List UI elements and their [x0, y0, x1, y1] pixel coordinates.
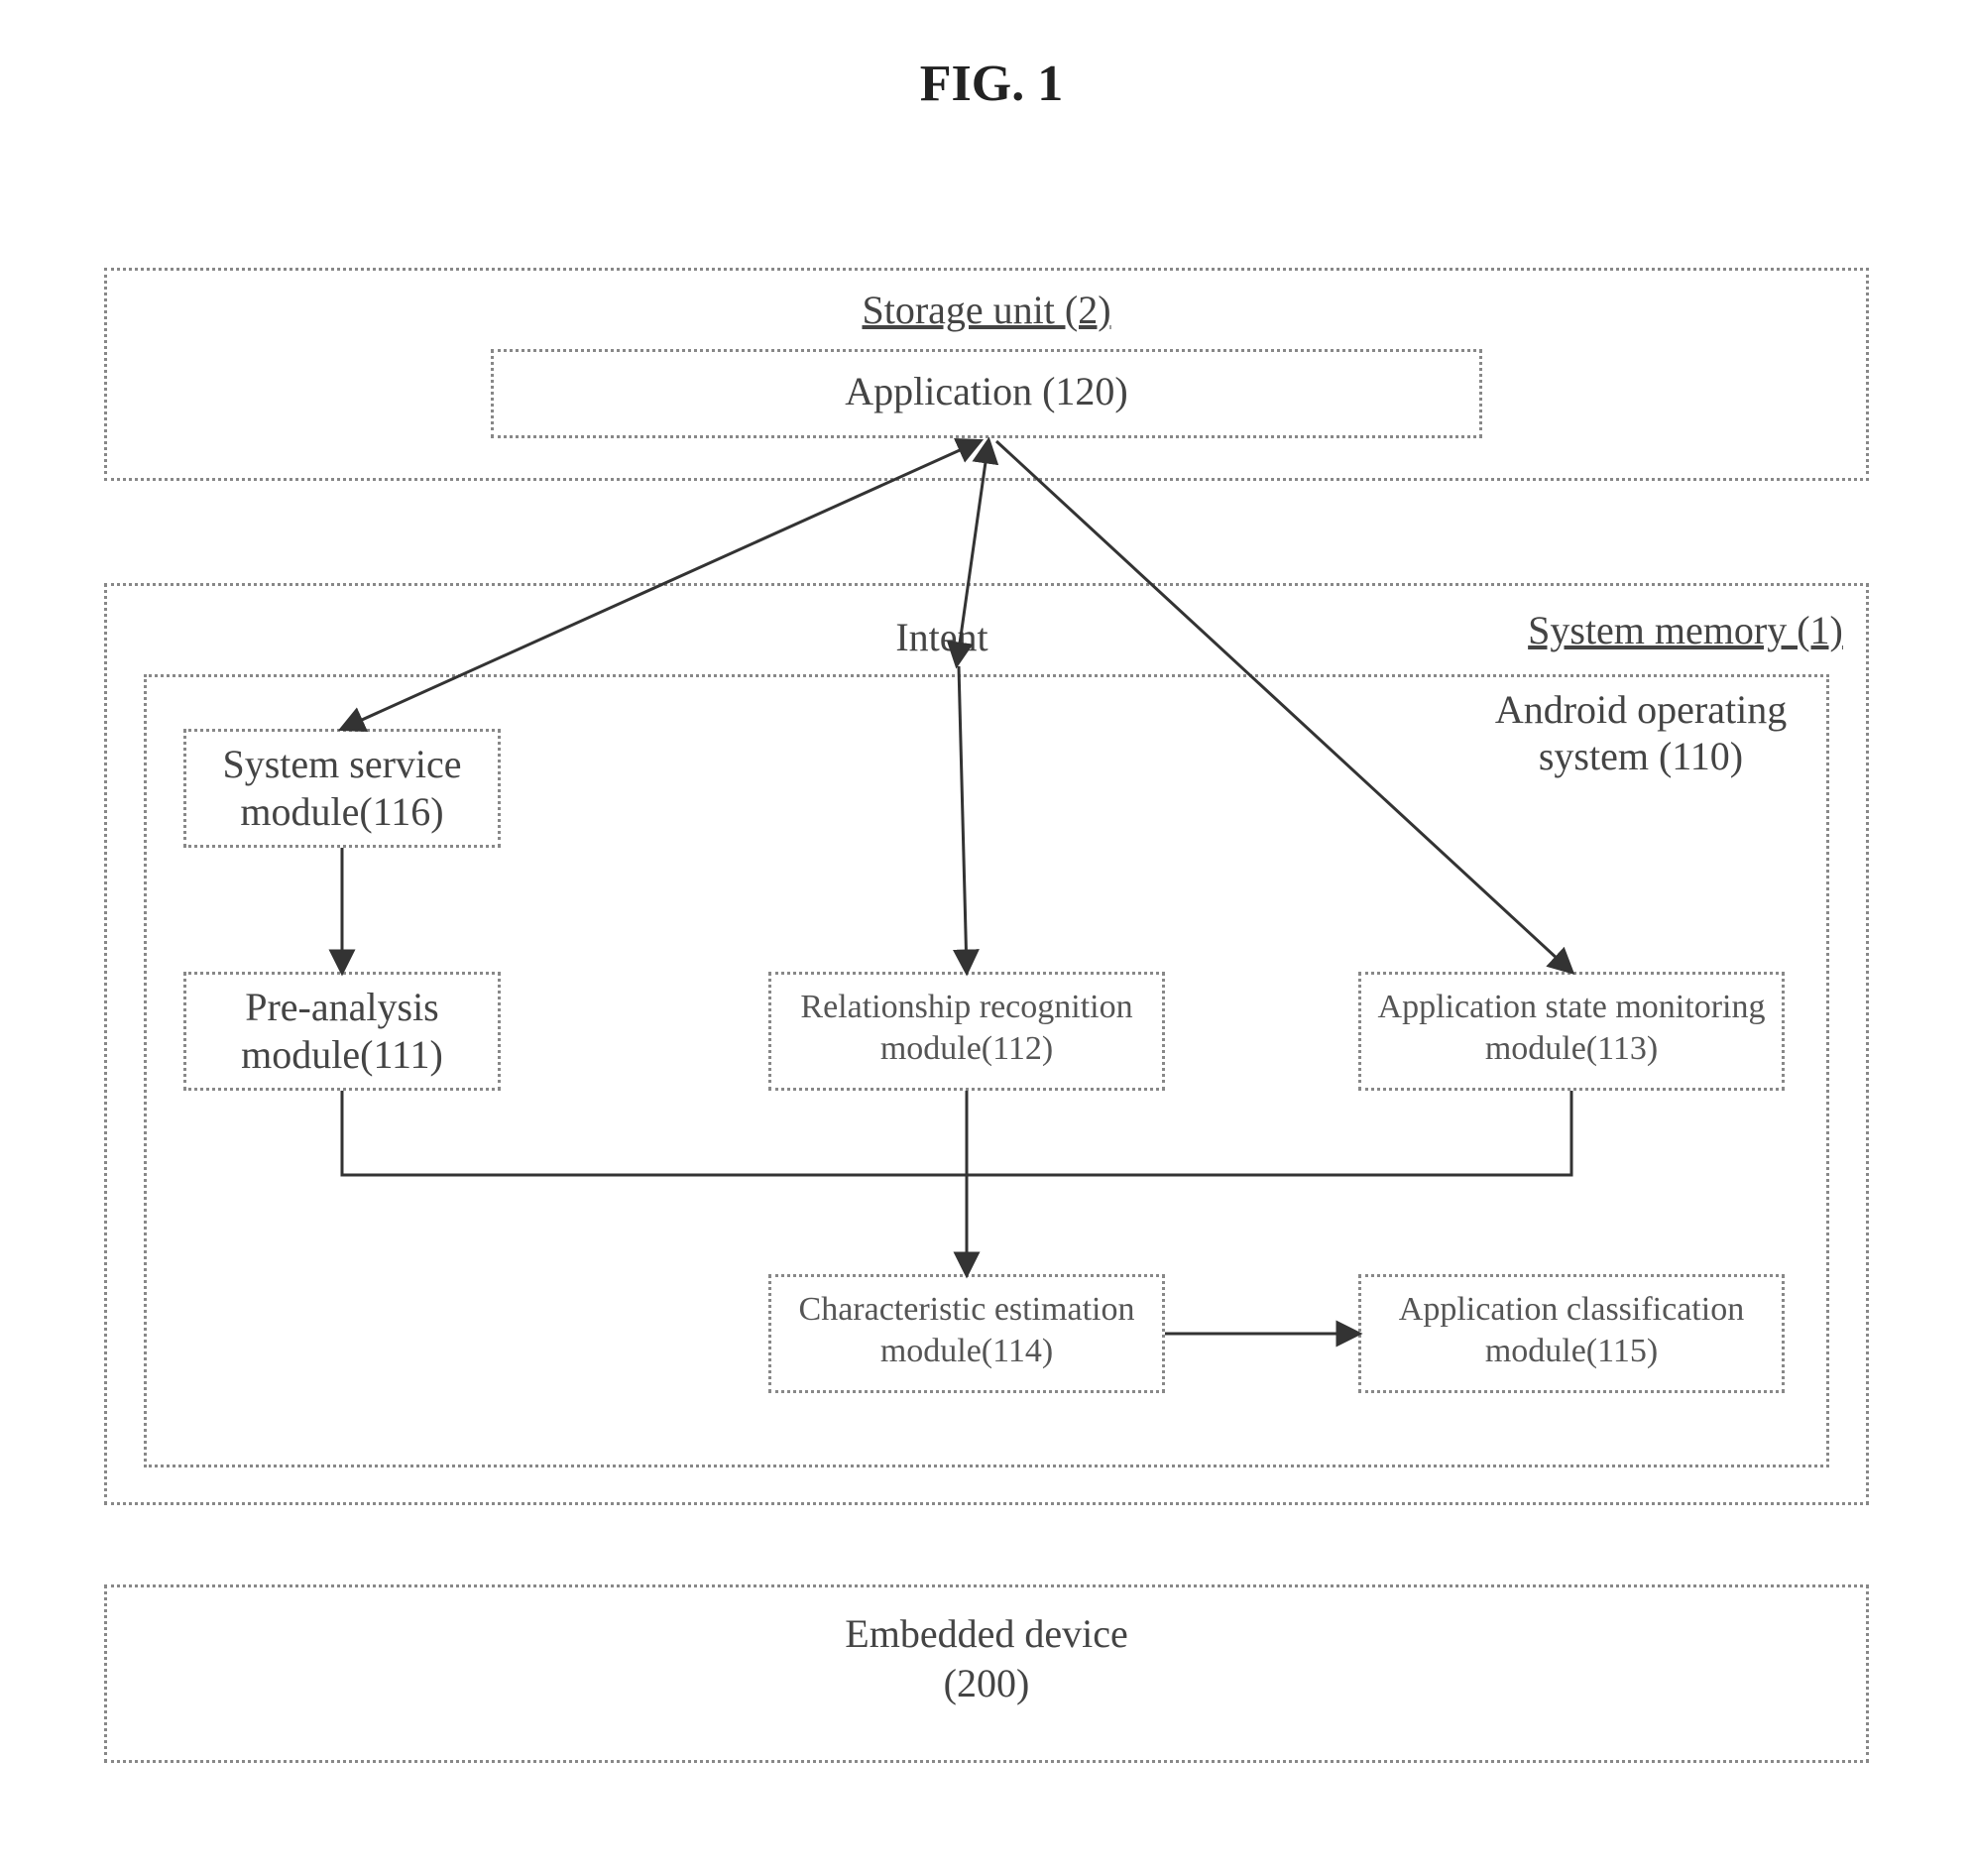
application-label: Application (120) — [491, 369, 1482, 414]
app-state-monitoring-module-line1: Application state monitoring — [1358, 988, 1785, 1026]
storage-unit-title: Storage unit (2) — [104, 288, 1869, 333]
characteristic-module-line2: module(114) — [768, 1332, 1165, 1370]
characteristic-module-line1: Characteristic estimation — [768, 1290, 1165, 1329]
app-classification-module-line2: module(115) — [1358, 1332, 1785, 1370]
app-classification-module-line1: Application classification — [1358, 1290, 1785, 1329]
android-os-title-line2: system (110) — [1457, 734, 1824, 779]
intent-label: Intent — [843, 615, 1041, 660]
diagram-canvas: FIG. 1 Storage unit (2) Application (120… — [0, 0, 1974, 1876]
pre-analysis-module-line1: Pre-analysis — [183, 985, 501, 1030]
app-state-monitoring-module-line2: module(113) — [1358, 1029, 1785, 1068]
system-memory-title: System memory (1) — [1507, 608, 1864, 653]
relationship-module-line1: Relationship recognition — [768, 988, 1165, 1026]
figure-title: FIG. 1 — [853, 55, 1130, 113]
embedded-device-line1: Embedded device — [104, 1611, 1869, 1657]
relationship-module-line2: module(112) — [768, 1029, 1165, 1068]
system-service-module-line1: System service — [183, 742, 501, 787]
embedded-device-line2: (200) — [104, 1661, 1869, 1706]
android-os-title-line1: Android operating — [1457, 687, 1824, 733]
pre-analysis-module-line2: module(111) — [183, 1032, 501, 1078]
system-service-module-line2: module(116) — [183, 789, 501, 835]
